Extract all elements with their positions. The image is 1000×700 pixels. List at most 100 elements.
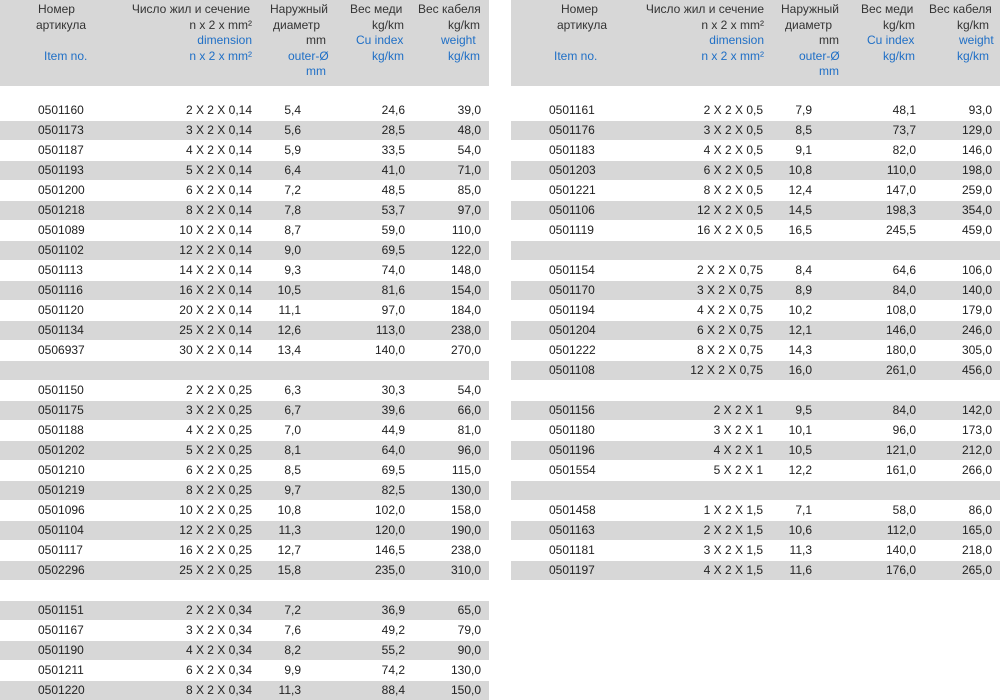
weight-cell: 93,0: [968, 103, 992, 117]
table-row: 0501161 2 X 2 X 0,5 7,9 48,1 93,0: [511, 100, 1000, 120]
header-od-ru-1: Наружный: [270, 2, 328, 16]
item-no-cell: 0501220: [38, 683, 85, 697]
outer-diameter-cell: 10,5: [277, 283, 301, 297]
item-no-cell: 0501203: [549, 163, 596, 177]
item-no-cell: 0501210: [38, 463, 85, 477]
table-row: 0501113 14 X 2 X 0,14 9,3 74,0 148,0: [0, 260, 489, 280]
table-row: 0501176 3 X 2 X 0,5 8,5 73,7 129,0: [511, 120, 1000, 140]
dimension-cell: 2 X 2 X 0,75: [696, 263, 763, 277]
header-item-ru-2: артикула: [36, 17, 87, 32]
header-weight-unit: kg/km: [448, 17, 481, 32]
table-row: 0501104 12 X 2 X 0,25 11,3 120,0 190,0: [0, 520, 489, 540]
table-row: 0501197 4 X 2 X 1,5 11,6 176,0 265,0: [511, 560, 1000, 580]
header-item-ru-1: Номер: [561, 2, 598, 16]
item-no-cell: 0501167: [38, 623, 84, 637]
table-row: 0501170 3 X 2 X 0,75 8,9 84,0 140,0: [511, 280, 1000, 300]
weight-cell: 86,0: [968, 503, 992, 517]
outer-diameter-cell: 7,9: [795, 103, 812, 117]
dimension-cell: 14 X 2 X 0,14: [179, 263, 252, 277]
weight-cell: 212,0: [961, 443, 992, 457]
cu-index-cell: 146,0: [885, 323, 916, 337]
outer-diameter-cell: 8,5: [284, 463, 301, 477]
weight-cell: 90,0: [457, 643, 481, 657]
weight-cell: 122,0: [450, 243, 481, 257]
outer-diameter-cell: 9,9: [284, 663, 301, 677]
cu-index-cell: 235,0: [374, 563, 405, 577]
header-dim-en-2: n x 2 x mm²: [189, 48, 252, 63]
weight-cell: 456,0: [961, 363, 992, 377]
item-no-cell: 0506937: [38, 343, 85, 357]
outer-diameter-cell: 11,3: [278, 523, 301, 537]
item-no-cell: 0501170: [549, 283, 595, 297]
dimension-cell: 30 X 2 X 0,14: [179, 343, 252, 357]
outer-diameter-cell: 12,7: [277, 543, 301, 557]
outer-diameter-cell: 16,0: [788, 363, 812, 377]
table-row: 0501151 2 X 2 X 0,34 7,2 36,9 65,0: [0, 600, 489, 620]
table-row: 0501220 8 X 2 X 0,34 11,3 88,4 150,0: [0, 680, 489, 700]
dimension-cell: 4 X 2 X 0,34: [185, 643, 252, 657]
table-header: Номер артикула Item no. Число жил и сече…: [0, 0, 489, 86]
item-no-cell: 0501116: [38, 283, 83, 297]
item-no-cell: 0501193: [38, 163, 84, 177]
table-row: 0501204 6 X 2 X 0,75 12,1 146,0 246,0: [511, 320, 1000, 340]
cu-index-cell: 176,0: [885, 563, 916, 577]
item-no-cell: 0501108: [549, 363, 595, 377]
dimension-cell: 6 X 2 X 0,34: [185, 663, 252, 677]
cu-index-cell: 97,0: [381, 303, 405, 317]
table-row: 0502296 25 X 2 X 0,25 15,8 235,0 310,0: [0, 560, 489, 580]
dimension-cell: 1 X 2 X 1,5: [703, 503, 763, 517]
dimension-cell: 2 X 2 X 1: [713, 403, 763, 417]
item-no-cell: 0501117: [38, 543, 83, 557]
dimension-cell: 6 X 2 X 0,25: [185, 463, 252, 477]
item-no-cell: 0501096: [38, 503, 85, 517]
item-no-cell: 0501154: [549, 263, 595, 277]
dimension-cell: 16 X 2 X 0,25: [179, 543, 252, 557]
outer-diameter-cell: 9,3: [284, 263, 301, 277]
outer-diameter-cell: 9,7: [284, 483, 301, 497]
table-row: 0501117 16 X 2 X 0,25 12,7 146,5 238,0: [0, 540, 489, 560]
header-weight-en: weight: [959, 33, 994, 47]
weight-cell: 54,0: [457, 383, 481, 397]
outer-diameter-cell: 13,4: [277, 343, 301, 357]
header-od-unit: mm: [819, 33, 839, 47]
table-row: 0501102 12 X 2 X 0,14 9,0 69,5 122,0: [0, 240, 489, 260]
cu-index-cell: 74,2: [381, 663, 405, 677]
dimension-cell: 3 X 2 X 0,5: [703, 123, 763, 137]
outer-diameter-cell: 7,2: [284, 183, 301, 197]
table-row: 0501188 4 X 2 X 0,25 7,0 44,9 81,0: [0, 420, 489, 440]
cu-index-cell: 84,0: [892, 403, 916, 417]
dimension-cell: 3 X 2 X 0,34: [185, 623, 252, 637]
weight-cell: 238,0: [450, 323, 481, 337]
dimension-cell: 8 X 2 X 0,25: [185, 483, 252, 497]
dimension-cell: 12 X 2 X 0,25: [179, 523, 252, 537]
dimension-cell: 5 X 2 X 0,14: [185, 163, 252, 177]
weight-cell: 259,0: [961, 183, 992, 197]
dimension-cell: 4 X 2 X 0,75: [696, 303, 763, 317]
table-row: 0501458 1 X 2 X 1,5 7,1 58,0 86,0: [511, 500, 1000, 520]
outer-diameter-cell: 11,3: [278, 683, 301, 697]
weight-cell: 96,0: [457, 443, 481, 457]
dimension-cell: 12 X 2 X 0,5: [696, 203, 763, 217]
cu-index-cell: 55,2: [381, 643, 405, 657]
item-no-cell: 0501113: [38, 263, 83, 277]
weight-cell: 142,0: [961, 403, 992, 417]
item-no-cell: 0501134: [38, 323, 84, 337]
outer-diameter-cell: 8,2: [284, 643, 301, 657]
table-spacer-row: [511, 240, 1000, 260]
header-dim-unit: n x 2 x mm²: [189, 17, 252, 32]
cu-index-cell: 261,0: [885, 363, 916, 377]
outer-diameter-cell: 11,1: [278, 303, 301, 317]
dimension-cell: 2 X 2 X 0,5: [703, 103, 763, 117]
dimension-cell: 8 X 2 X 0,75: [696, 343, 763, 357]
outer-diameter-cell: 7,1: [795, 503, 812, 517]
header-weight-unit2: kg/km: [957, 48, 990, 63]
dimension-cell: 8 X 2 X 0,14: [185, 203, 252, 217]
header-od-en: outer-Ø: [288, 48, 329, 63]
item-no-cell: 0501200: [38, 183, 85, 197]
item-no-cell: 0501150: [38, 383, 84, 397]
weight-cell: 65,0: [457, 603, 481, 617]
header-cu-en: Cu index: [356, 33, 404, 47]
cu-index-cell: 81,6: [381, 283, 405, 297]
header-item-en: Item no.: [554, 48, 598, 63]
weight-cell: 184,0: [450, 303, 481, 317]
